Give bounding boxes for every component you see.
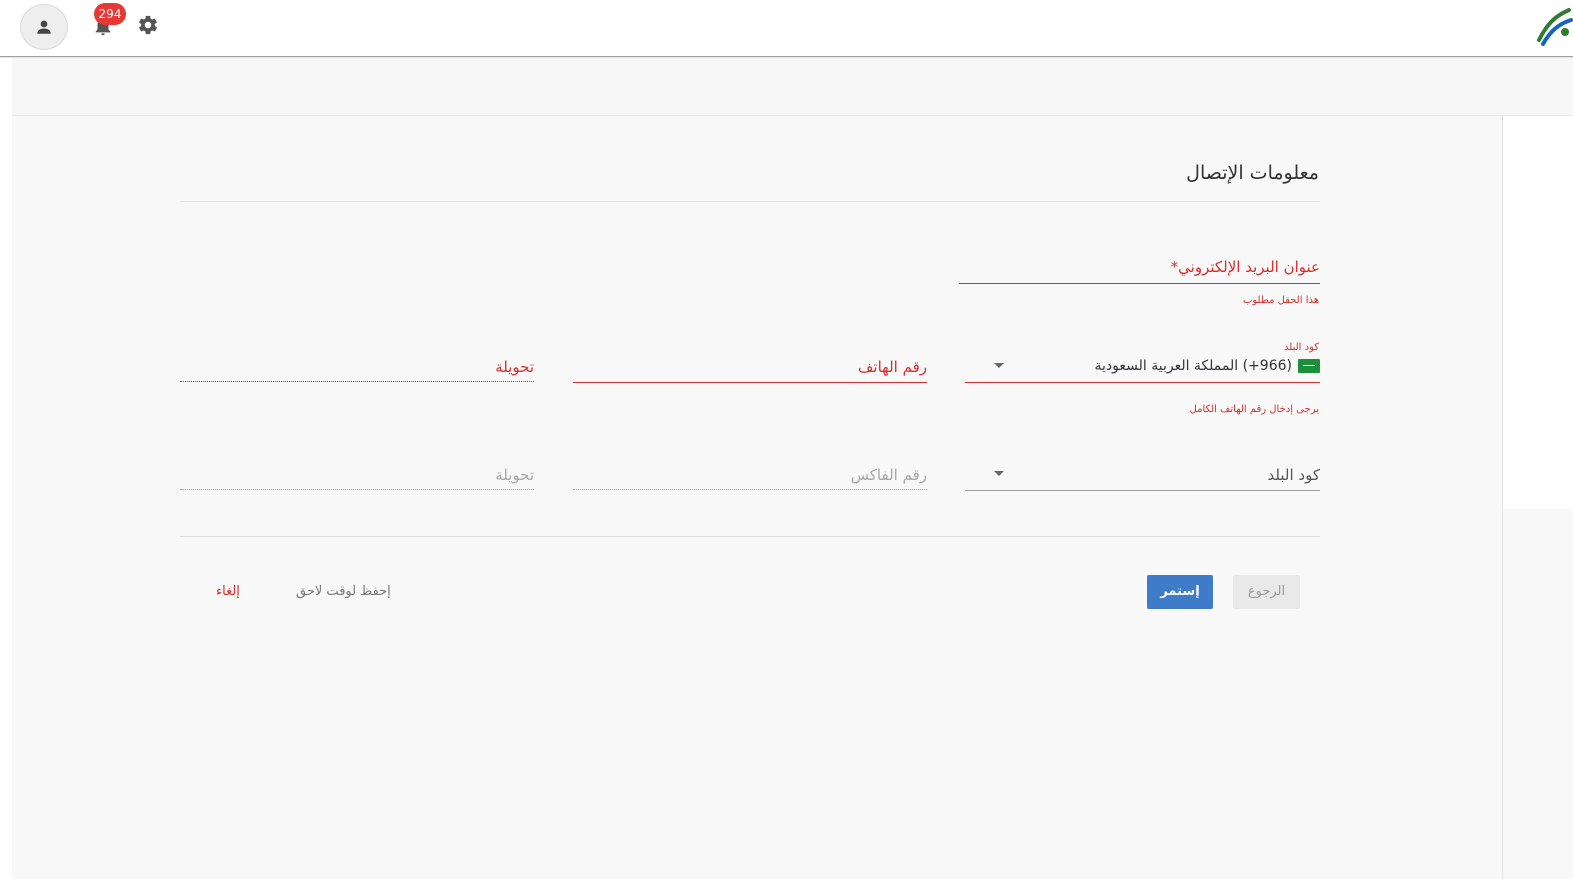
fax-number-label: رقم الفاكس	[850, 466, 927, 484]
fax-extension-underline	[180, 489, 534, 490]
user-icon	[37, 20, 51, 34]
section-title: معلومات الإتصال	[1186, 162, 1319, 184]
page-content: معلومات الإتصال عنوان البريد الإلكتروني*…	[12, 58, 1573, 879]
country-code-value: (966+) المملكة العربية السعودية	[1095, 358, 1320, 374]
phone-number-underline	[573, 382, 927, 383]
email-underline	[959, 283, 1320, 284]
email-error-text: هذا الحقل مطلوب	[1242, 295, 1319, 306]
phone-error-text: يرجى إدخال رقم الهاتف الكامل	[1189, 404, 1319, 415]
country-code-small-label: كود البلد	[1284, 342, 1319, 353]
sub-header-bar	[12, 58, 1573, 116]
right-side-panel	[1502, 116, 1573, 509]
phone-extension-underline	[180, 381, 534, 382]
fax-extension-label: تحويلة	[495, 466, 534, 484]
fax-country-code-label: كود البلد	[1267, 466, 1320, 484]
phone-extension-field[interactable]: تحويلة	[180, 355, 534, 383]
save-for-later-link[interactable]: إحفظ لوقت لاحق	[296, 584, 391, 599]
fax-country-code-select[interactable]: كود البلد	[965, 463, 1320, 491]
left-edge	[0, 58, 12, 879]
fax-number-field[interactable]: رقم الفاكس	[573, 463, 927, 491]
user-avatar-button[interactable]	[20, 4, 68, 50]
actions-divider	[180, 536, 1320, 537]
phone-number-field[interactable]: رقم الهاتف	[573, 355, 927, 383]
gear-icon[interactable]	[137, 14, 159, 36]
back-button[interactable]: الرجوع	[1233, 575, 1300, 609]
notification-count-badge: 294	[94, 3, 126, 25]
side-panel-divider	[1502, 509, 1503, 879]
country-code-underline	[965, 382, 1320, 383]
email-label: عنوان البريد الإلكتروني*	[1170, 258, 1320, 276]
brand-logo[interactable]	[1535, 6, 1573, 46]
phone-country-code-select[interactable]: (966+) المملكة العربية السعودية	[965, 355, 1320, 383]
phone-extension-label: تحويلة	[495, 358, 534, 376]
chevron-down-icon	[994, 363, 1004, 368]
fax-extension-field[interactable]: تحويلة	[180, 463, 534, 491]
fax-number-underline	[573, 489, 927, 490]
cancel-link[interactable]: إلغاء	[216, 584, 240, 599]
top-bar: 294	[0, 0, 1573, 57]
phone-number-label: رقم الهاتف	[857, 358, 927, 376]
saudi-flag-icon	[1298, 359, 1320, 373]
title-divider	[180, 201, 1320, 202]
continue-button[interactable]: إستمر	[1147, 575, 1213, 609]
chevron-down-icon	[994, 471, 1004, 476]
email-field[interactable]: عنوان البريد الإلكتروني*	[959, 254, 1320, 284]
fax-country-code-underline	[965, 490, 1320, 491]
